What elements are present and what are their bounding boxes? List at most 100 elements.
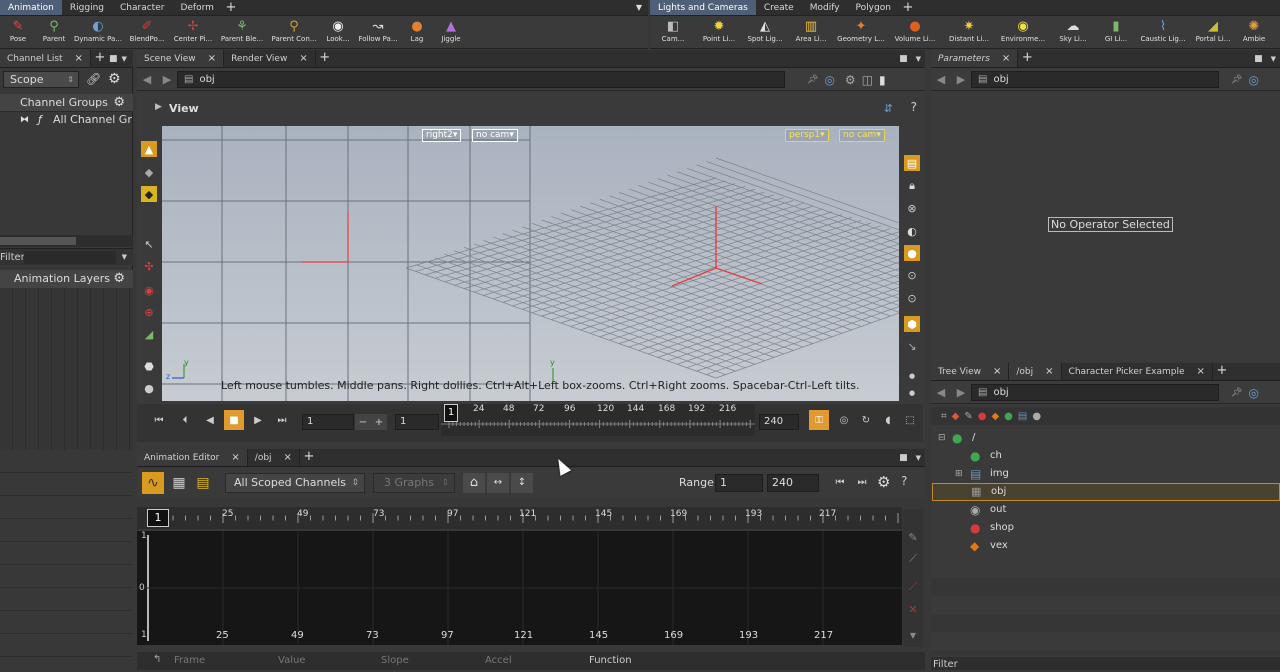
pin-icon[interactable]: 📌︎ <box>1219 75 1242 85</box>
out-filter-icon[interactable]: ● <box>1032 411 1041 422</box>
help-icon[interactable]: ? <box>911 100 917 114</box>
tool-look[interactable]: ◉ Look... <box>320 16 356 43</box>
tool-dynamic-parent[interactable]: ◐ Dynamic Pa... <box>72 16 124 43</box>
tool-jiggle[interactable]: ▲ Jiggle <box>434 16 468 43</box>
shelf-tab-lights-cameras[interactable]: Lights and Cameras <box>650 0 756 15</box>
jump-start-button[interactable]: ⏮ <box>149 410 169 430</box>
close-icon[interactable]: × <box>284 449 292 467</box>
tool-center-pivot[interactable]: ✢ Center Pi... <box>170 16 216 43</box>
tool-pose[interactable]: ✎ Pose <box>0 16 36 43</box>
back-arrow-icon[interactable]: ◀ <box>931 386 951 399</box>
pin-icon[interactable]: 📌︎ <box>785 75 818 85</box>
tab-render-view[interactable]: Render View × <box>224 50 316 67</box>
tool-environment-light[interactable]: ◉ Environme... <box>996 16 1050 43</box>
range-start-button[interactable]: ⏮ <box>831 474 849 492</box>
tab-channel-list[interactable]: Channel List × <box>0 50 91 67</box>
gear-icon[interactable]: ⚙ <box>877 473 890 491</box>
link-target-icon[interactable]: ◎ <box>1242 386 1258 400</box>
tool-parent[interactable]: ⚲ Parent <box>36 16 72 43</box>
tool-sky-light[interactable]: ☁ Sky Li... <box>1050 16 1096 43</box>
tool-portal-light[interactable]: ◢ Portal Li... <box>1190 16 1236 43</box>
add-tab-button[interactable]: + <box>300 449 318 466</box>
scope-dropdown[interactable]: Scope ⇕ <box>3 71 79 88</box>
link-target-icon[interactable]: ◎ <box>818 73 834 87</box>
forward-arrow-icon[interactable]: ▶ <box>951 73 971 86</box>
tool-spot-light[interactable]: ◭ Spot Lig... <box>742 16 788 43</box>
expand-icon[interactable]: ⊞ <box>955 465 963 483</box>
stop-button[interactable]: ■ <box>224 410 244 430</box>
tool-lag[interactable]: ● Lag <box>400 16 434 43</box>
scroll-down-icon[interactable]: ▼ <box>905 627 921 643</box>
delete-key-icon[interactable]: ✕ <box>905 601 921 617</box>
all-channels-row[interactable]: ⧓ ƒ All Channel Gr <box>0 112 133 128</box>
frame-marker[interactable]: 1 <box>444 404 458 422</box>
auto-key-button[interactable]: ⚿ <box>809 410 829 430</box>
tool-parent-constraint[interactable]: ⚲ Parent Con... <box>268 16 320 43</box>
gear-icon[interactable]: ⚙ <box>113 270 125 288</box>
tab-character-picker[interactable]: Character Picker Example × <box>1061 363 1213 380</box>
handle-arrow-icon[interactable]: ▶ <box>155 102 162 112</box>
dopesheet-view-icon[interactable]: ▤ <box>192 472 214 494</box>
tree-item-obj[interactable]: ▦ obj <box>932 483 1280 501</box>
back-arrow-icon[interactable]: ◀ <box>931 73 951 86</box>
shelf-tab-create[interactable]: Create <box>756 0 802 15</box>
handle-tool-icon[interactable]: ◆ <box>141 186 157 202</box>
tool-camera[interactable]: ◧ Cam... <box>650 16 696 43</box>
tree-item-ch[interactable]: ● ch <box>932 447 1280 465</box>
pin-icon[interactable]: 📌︎ <box>1219 388 1242 398</box>
tool-follow-path[interactable]: ↝ Follow Pa... <box>356 16 400 43</box>
range-start-field[interactable]: 1 <box>715 474 763 492</box>
pointer-tool-icon[interactable]: ↖ <box>141 236 157 252</box>
tree-filter-field[interactable]: Filter <box>931 657 1280 670</box>
parameters-path-field[interactable]: ▤ obj <box>971 71 1219 88</box>
ghost-icon[interactable]: ⊗ <box>904 200 920 216</box>
back-arrow-icon[interactable]: ◀ <box>137 73 157 86</box>
menu-arrow-icon[interactable]: ▼ <box>1271 50 1280 67</box>
tree-item-vex[interactable]: ◆ vex <box>932 537 1280 555</box>
shading-icon[interactable]: ◐ <box>904 223 920 239</box>
obj-filter-icon[interactable]: ◆ <box>952 411 960 422</box>
graph-view-icon[interactable]: ∿ <box>142 472 164 494</box>
step-back-key-button[interactable]: ⏴ <box>175 410 195 430</box>
start-frame-field[interactable]: 1 <box>395 414 439 430</box>
shelf-tab-animation[interactable]: Animation <box>0 0 62 15</box>
key-options-icon[interactable]: ◎ <box>834 410 854 430</box>
tool-icon[interactable]: ⌗ <box>941 411 947 422</box>
tab-obj[interactable]: /obj × <box>247 449 300 467</box>
add-tab-button[interactable]: + <box>1213 363 1231 380</box>
snap-tool-icon[interactable]: ◢ <box>141 326 157 342</box>
tree-item-img[interactable]: ⊞ ▤ img <box>932 465 1280 483</box>
horizontal-scrollbar[interactable] <box>0 235 133 247</box>
graphs-dropdown[interactable]: 3 Graphs ⇕ <box>373 473 455 493</box>
graph-area[interactable]: 1 0 1 25 49 73 97 121 145 169 193 217 <box>137 531 902 645</box>
link-target-icon[interactable]: ◎ <box>1242 73 1258 87</box>
slope-tool-icon[interactable]: ⟋ <box>905 551 921 567</box>
close-icon[interactable]: × <box>231 449 239 467</box>
channel-scope-dropdown[interactable]: All Scoped Channels ⇕ <box>225 473 365 493</box>
display-flags-icon[interactable]: ⇵ <box>884 102 893 115</box>
add-shelf-tab-button-right[interactable]: + <box>899 0 917 15</box>
display-options-icon[interactable]: ▤ <box>904 155 920 171</box>
global-animation-options-icon[interactable]: ⬚ <box>900 410 920 430</box>
viewport-3d[interactable]: right2▾ no cam▾ persp1▾ no cam▾ y z y Le… <box>162 126 899 401</box>
shop-filter-icon[interactable]: ● <box>978 411 987 422</box>
tree-path-field[interactable]: ▤ obj <box>971 384 1219 401</box>
table-view-icon[interactable]: ▦ <box>168 472 190 494</box>
increment-frame-button[interactable]: + <box>371 414 387 430</box>
pen-tool-icon[interactable]: ✎ <box>905 529 921 545</box>
tool-geometry-light[interactable]: ✦ Geometry L... <box>834 16 888 43</box>
maximize-icon[interactable]: ■ <box>899 449 916 466</box>
tab-parameters[interactable]: Parameters × <box>931 50 1019 67</box>
current-frame-field[interactable]: 1 <box>302 414 354 430</box>
menu-arrow-icon[interactable]: ▼ <box>916 50 925 67</box>
maximize-icon[interactable]: ■ <box>109 50 118 67</box>
shelf-tab-modify[interactable]: Modify <box>802 0 848 15</box>
shelf-tab-polygon[interactable]: Polygon <box>848 0 899 15</box>
tool-gi-light[interactable]: ▮ GI Li... <box>1096 16 1136 43</box>
vertex-icon[interactable]: ⊙ <box>904 290 920 306</box>
tab-scene-view[interactable]: Scene View × <box>137 50 225 67</box>
forward-arrow-icon[interactable]: ▶ <box>951 386 971 399</box>
view-tool-icon[interactable]: ⬣ <box>141 358 157 374</box>
maximize-icon[interactable]: ■ <box>1254 50 1271 67</box>
loop-icon[interactable]: ↻ <box>856 410 876 430</box>
